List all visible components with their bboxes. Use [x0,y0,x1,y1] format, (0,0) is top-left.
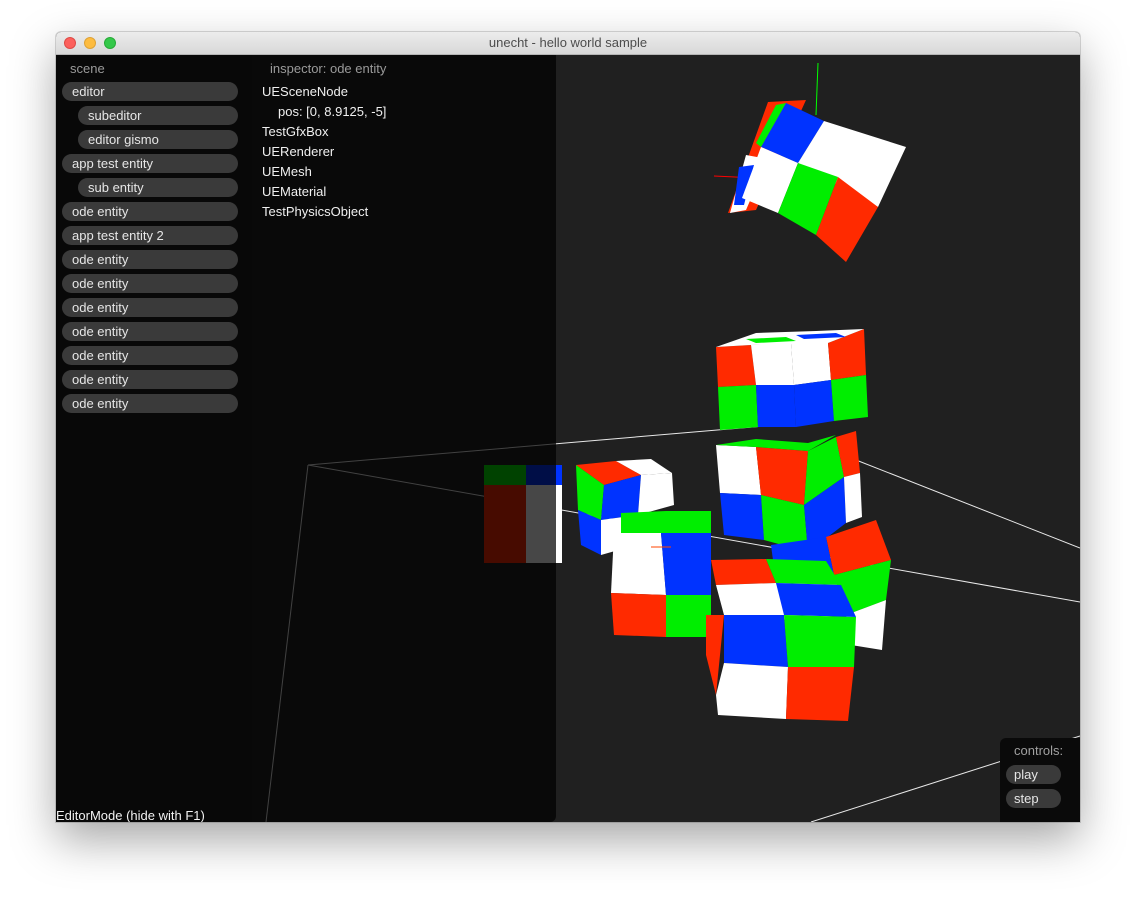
title-bar[interactable]: unecht - hello world sample [56,32,1080,55]
floating-cube [713,62,906,262]
scene-entity-item[interactable]: app test entity 2 [62,226,238,245]
grid-line [855,459,1080,549]
controls-panel: controls: play step [1000,738,1080,822]
inspector-component[interactable]: UEMesh [262,164,312,179]
medium-cube-front [611,511,711,637]
controls-panel-header: controls: [1014,743,1064,758]
scene-entity-item[interactable]: sub entity [78,178,238,197]
scene-panel: scene editor subeditor editor gismo app tes… [56,55,252,822]
inspector-component[interactable]: UEMaterial [262,184,326,199]
inspector-panel: inspector: ode entity UESceneNode pos: [0… [252,55,556,822]
scene-panel-header: scene [70,61,105,76]
step-button[interactable]: step [1006,789,1061,808]
inspector-component[interactable]: UERenderer [262,144,334,159]
scene-entity-item[interactable]: editor gismo [78,130,238,149]
large-cube-front [706,559,856,721]
scene-entity-item[interactable]: ode entity [62,394,238,413]
scene-entity-item[interactable]: ode entity [62,202,238,221]
scene-entity-item[interactable]: editor [62,82,238,101]
axis-y-line [815,62,819,116]
scene-entity-item[interactable]: ode entity [62,346,238,365]
scene-entity-item[interactable]: ode entity [62,298,238,317]
inspector-component[interactable]: TestPhysicsObject [262,204,368,219]
inspector-property: pos: [0, 8.9125, -5] [278,104,387,119]
app-window: unecht - hello world sample scene editor… [56,32,1080,822]
play-button[interactable]: play [1006,765,1061,784]
scene-entity-item[interactable]: subeditor [78,106,238,125]
scene-entity-item[interactable]: ode entity [62,274,238,293]
window-title: unecht - hello world sample [488,35,648,50]
scene-entity-item[interactable]: ode entity [62,322,238,341]
inspector-component[interactable]: TestGfxBox [262,124,328,139]
stack-cube-upper [716,329,868,430]
scene-entity-item[interactable]: app test entity [62,154,238,173]
scene-entity-item[interactable]: ode entity [62,250,238,269]
scene-entity-item[interactable]: ode entity [62,370,238,389]
inspector-panel-header: inspector: ode entity [270,61,387,76]
3d-viewport[interactable]: scene editor subeditor editor gismo app tes… [56,55,1080,822]
inspector-component[interactable]: UESceneNode [262,84,348,99]
editor-mode-label: EditorMode (hide with F1) [56,808,205,822]
